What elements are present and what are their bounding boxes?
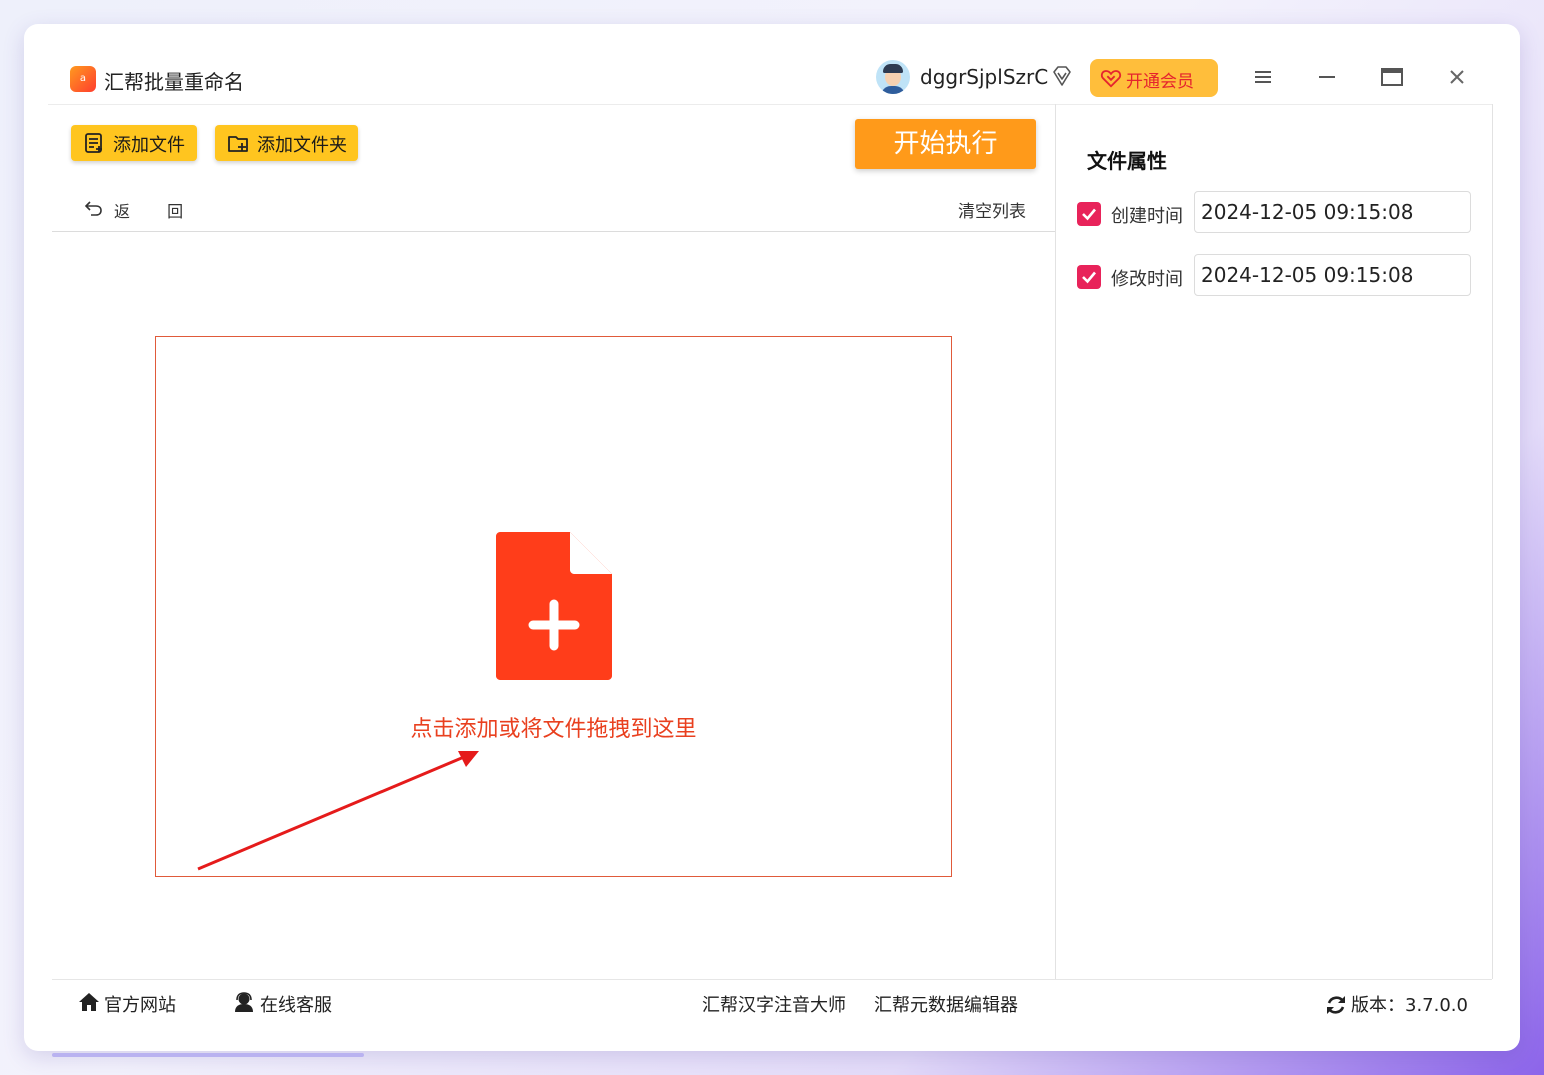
modified-time-checkbox[interactable] bbox=[1077, 265, 1101, 289]
back-arrow-icon bbox=[84, 201, 102, 216]
metadata-editor-link[interactable]: 汇帮元数据编辑器 bbox=[874, 991, 1018, 1017]
file-drop-zone[interactable]: 点击添加或将文件拖拽到这里 bbox=[155, 336, 952, 877]
created-time-label: 创建时间 bbox=[1111, 206, 1183, 227]
modified-time-input[interactable]: 2024-12-05 09:15:08 bbox=[1194, 254, 1471, 296]
folder-add-icon bbox=[228, 136, 248, 152]
created-time-checkbox[interactable] bbox=[1077, 202, 1101, 226]
username[interactable]: dggrSjplSzrC bbox=[920, 65, 1048, 89]
online-support-label: 在线客服 bbox=[260, 995, 332, 1016]
file-attributes-panel: 文件属性 创建时间 2024-12-05 09:15:08 修改时间 2024-… bbox=[1056, 104, 1493, 979]
official-website-label: 官方网站 bbox=[104, 995, 176, 1016]
add-file-label: 添加文件 bbox=[113, 135, 185, 156]
scrollbar[interactable] bbox=[52, 1053, 364, 1057]
start-button[interactable]: 开始执行 bbox=[855, 119, 1036, 169]
minimize-icon[interactable] bbox=[1316, 66, 1338, 88]
file-add-icon bbox=[496, 532, 612, 680]
title-bar: a 汇帮批量重命名 dggrSjplSzrC 开通会员 bbox=[48, 50, 1492, 105]
app-logo: a bbox=[70, 66, 96, 92]
vip-upgrade-button[interactable]: 开通会员 bbox=[1090, 59, 1218, 97]
vip-heart-icon bbox=[1100, 70, 1122, 88]
file-list-icon bbox=[85, 133, 102, 153]
check-icon bbox=[1082, 271, 1096, 284]
footer-bar: 官方网站 在线客服 汇帮汉字注音大师 汇帮元数据编辑器 版本：3.7.0.0 bbox=[52, 979, 1492, 1026]
add-file-button[interactable]: 添加文件 bbox=[71, 125, 197, 161]
pinyin-tool-link[interactable]: 汇帮汉字注音大师 bbox=[702, 991, 846, 1017]
refresh-icon bbox=[1327, 996, 1345, 1014]
annotation-arrow-icon bbox=[197, 751, 479, 871]
add-folder-label: 添加文件夹 bbox=[257, 135, 347, 156]
home-icon bbox=[79, 993, 99, 1011]
modified-time-label: 修改时间 bbox=[1111, 269, 1183, 290]
created-time-input[interactable]: 2024-12-05 09:15:08 bbox=[1194, 191, 1471, 233]
official-website-link[interactable]: 官方网站 bbox=[78, 991, 176, 1017]
menu-icon[interactable] bbox=[1252, 66, 1274, 88]
side-panel-title: 文件属性 bbox=[1087, 149, 1167, 173]
version-label: 版本：3.7.0.0 bbox=[1351, 995, 1468, 1016]
support-agent-icon bbox=[235, 992, 253, 1012]
drop-hint: 点击添加或将文件拖拽到这里 bbox=[410, 717, 697, 742]
clear-list-button[interactable]: 清空列表 bbox=[958, 197, 1026, 222]
maximize-icon[interactable] bbox=[1380, 66, 1404, 88]
back-label: 返 回 bbox=[114, 202, 200, 221]
created-time-row: 创建时间 2024-12-05 09:15:08 bbox=[1077, 191, 1473, 235]
app-title: 汇帮批量重命名 bbox=[104, 70, 244, 94]
close-icon[interactable] bbox=[1446, 66, 1468, 88]
divider bbox=[52, 231, 1055, 232]
vip-label: 开通会员 bbox=[1126, 72, 1194, 92]
modified-time-row: 修改时间 2024-12-05 09:15:08 bbox=[1077, 254, 1473, 298]
check-icon bbox=[1082, 208, 1096, 221]
add-folder-button[interactable]: 添加文件夹 bbox=[215, 125, 358, 161]
version-info[interactable]: 版本：3.7.0.0 bbox=[1325, 991, 1468, 1017]
main-panel: 添加文件 添加文件夹 开始执行 返 回 清空列表 点击添加或将文件拖拽到这里 bbox=[52, 104, 1055, 979]
avatar[interactable] bbox=[876, 60, 910, 94]
online-support-link[interactable]: 在线客服 bbox=[233, 991, 332, 1017]
diamond-icon[interactable] bbox=[1050, 64, 1074, 88]
